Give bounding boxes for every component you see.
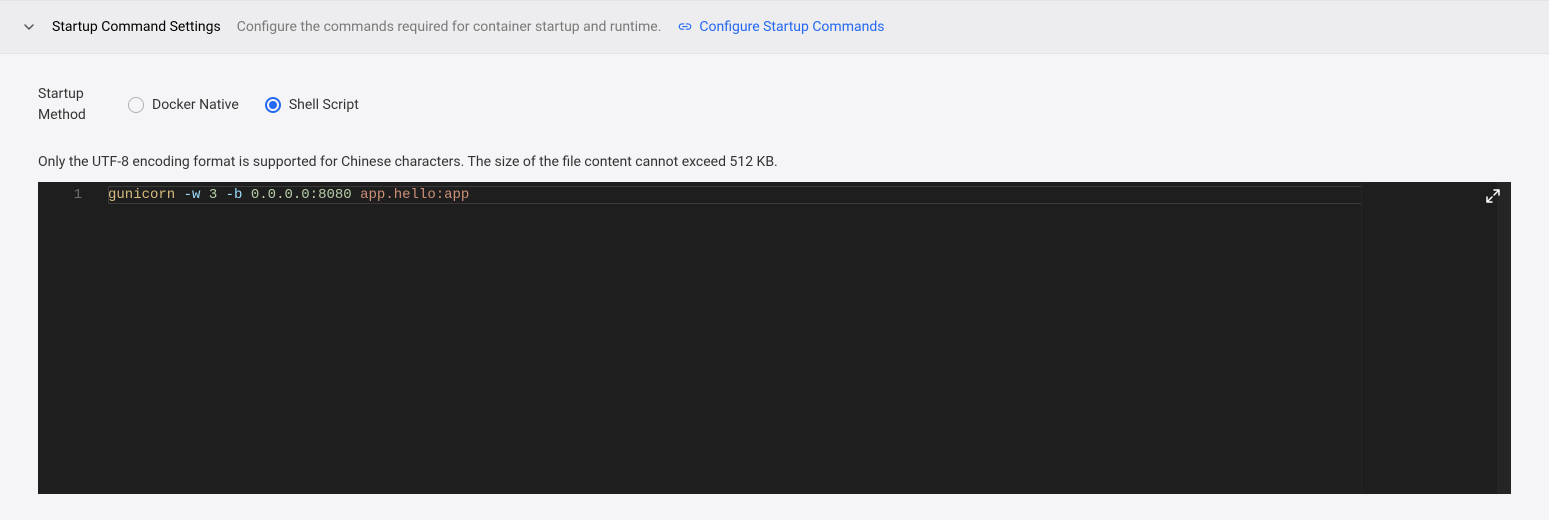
radio-shell-label: Shell Script — [289, 97, 359, 113]
token-flag: -w — [184, 187, 201, 203]
token-target: app.hello:app — [360, 187, 469, 203]
encoding-hint: Only the UTF-8 encoding format is suppor… — [38, 154, 1511, 170]
radio-icon-checked — [265, 97, 281, 113]
token-address: 0.0.0.0:8080 — [251, 187, 352, 203]
editor-gutter: 1 — [38, 182, 108, 494]
startup-method-row: Startup Method Docker Native Shell Scrip… — [38, 84, 1511, 126]
content-area: Startup Method Docker Native Shell Scrip… — [0, 54, 1549, 494]
section-subtitle: Configure the commands required for cont… — [237, 19, 662, 35]
token-command: gunicorn — [108, 187, 175, 203]
link-icon — [677, 19, 693, 35]
configure-commands-link[interactable]: Configure Startup Commands — [677, 19, 884, 35]
code-line-1[interactable]: gunicorn -w 3 -b 0.0.0.0:8080 app.hello:… — [108, 186, 1511, 204]
expand-icon[interactable] — [1485, 188, 1501, 204]
chevron-down-icon[interactable] — [22, 20, 36, 34]
line-number: 1 — [38, 186, 82, 204]
startup-method-radio-group: Docker Native Shell Script — [128, 97, 359, 113]
section-title: Startup Command Settings — [52, 19, 221, 35]
token-flag: -b — [226, 187, 243, 203]
editor-minimap[interactable] — [1361, 182, 1481, 494]
section-header: Startup Command Settings Configure the c… — [0, 0, 1549, 54]
configure-commands-label: Configure Startup Commands — [699, 19, 884, 35]
radio-docker-label: Docker Native — [152, 97, 239, 113]
code-editor[interactable]: 1 gunicorn -w 3 -b 0.0.0.0:8080 app.hell… — [38, 182, 1511, 494]
radio-shell-script[interactable]: Shell Script — [265, 97, 359, 113]
token-number: 3 — [209, 187, 217, 203]
editor-scrollbar[interactable] — [1497, 182, 1511, 494]
editor-body[interactable]: gunicorn -w 3 -b 0.0.0.0:8080 app.hello:… — [108, 182, 1511, 494]
radio-icon-unchecked — [128, 97, 144, 113]
startup-method-label: Startup Method — [38, 84, 128, 126]
radio-docker-native[interactable]: Docker Native — [128, 97, 239, 113]
